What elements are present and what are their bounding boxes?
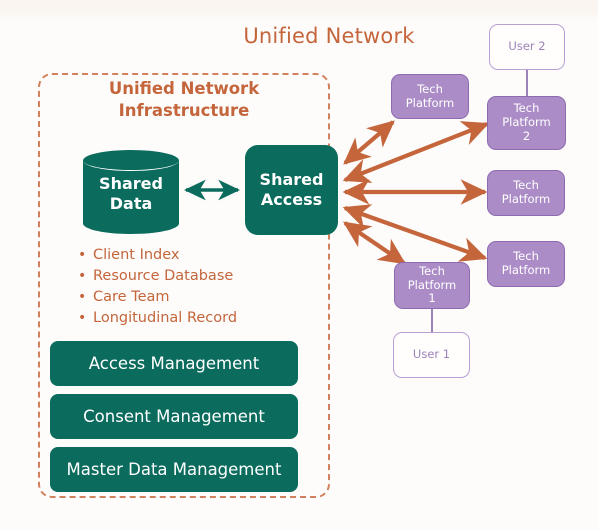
shared-access-label-line2: Access [260, 190, 323, 209]
user-1-node[interactable]: User 1 [393, 332, 470, 378]
list-item: • Longitudinal Record [78, 308, 308, 329]
access-management-button[interactable]: Access Management [50, 341, 298, 386]
bullet-label: Care Team [93, 288, 170, 305]
node-label-line: Platform [501, 263, 551, 277]
diagram-canvas: Unified Network Unified Network Infrastr… [0, 0, 598, 530]
database-cylinder-top [83, 150, 179, 171]
bullet-label: Longitudinal Record [93, 309, 238, 326]
node-label: User 2 [508, 39, 546, 54]
node-label: Tech Platform [501, 249, 551, 278]
shared-access-label: Shared Access [260, 170, 324, 209]
user-2-node[interactable]: User 2 [489, 24, 565, 70]
node-label-line: User 2 [508, 39, 546, 54]
node-label: Tech Platform 2 [502, 101, 551, 143]
node-label-line: Tech [513, 101, 540, 116]
shared-access-node[interactable]: Shared Access [245, 145, 338, 235]
node-label-line: Platform [405, 95, 455, 110]
shared-data-label: Shared Data [83, 174, 179, 214]
consent-management-button[interactable]: Consent Management [50, 394, 298, 439]
connector-access-to-tech-1 [342, 221, 407, 265]
node-label-line: Tech [513, 178, 539, 193]
bullet-icon: • [78, 247, 87, 263]
tech-platform-top-node[interactable]: Tech Platform [391, 74, 469, 119]
bullet-icon: • [78, 288, 87, 305]
connector-access-to-tech-top [343, 120, 395, 165]
infrastructure-title-line1: Unified Network [108, 79, 260, 98]
shared-data-label-line1: Shared [99, 174, 163, 193]
list-item: • Resource Database [78, 266, 308, 287]
infrastructure-title: Unified Network Infrastructure [38, 78, 330, 122]
connector-access-to-tech-2 [342, 121, 490, 183]
node-label-line: 1 [428, 291, 436, 306]
tech-platform-middle-node[interactable]: Tech Platform [487, 170, 565, 216]
connector-access-to-tech-low [342, 204, 488, 262]
list-item: • Client Index [78, 245, 308, 266]
bullet-icon: • [78, 267, 87, 284]
node-label-line: 2 [522, 128, 531, 143]
list-item: • Care Team [78, 287, 308, 308]
infrastructure-bullet-list: • Client Index • Resource Database • Car… [78, 245, 308, 329]
node-label-line: User 1 [412, 347, 451, 362]
master-data-management-button[interactable]: Master Data Management [50, 447, 298, 492]
shared-data-database[interactable]: Shared Data [83, 150, 179, 234]
shared-data-label-line2: Data [109, 194, 153, 213]
bullet-label: Resource Database [93, 267, 234, 284]
tech-platform-lower-node[interactable]: Tech Platform [487, 241, 565, 287]
shared-access-label-line1: Shared [259, 170, 324, 190]
infrastructure-title-line2: Infrastructure [118, 100, 250, 120]
node-label: User 1 [412, 347, 451, 362]
node-label: Tech Platform [501, 178, 551, 207]
node-label-line: Tech [513, 249, 539, 264]
tech-platform-2-node[interactable]: Tech Platform 2 [487, 96, 566, 150]
node-label: Tech Platform [405, 81, 455, 111]
bullet-label: Client Index [93, 247, 180, 263]
node-label-line: Tech [417, 81, 443, 96]
tech-platform-1-node[interactable]: Tech Platform 1 [394, 262, 470, 309]
node-label-line: Platform [502, 115, 551, 130]
bullet-icon: • [78, 309, 87, 326]
node-label-line: Tech [419, 263, 445, 278]
node-label-line: Platform [501, 192, 551, 206]
node-label: Tech Platform 1 [407, 263, 457, 306]
node-label-line: Platform [407, 277, 457, 292]
